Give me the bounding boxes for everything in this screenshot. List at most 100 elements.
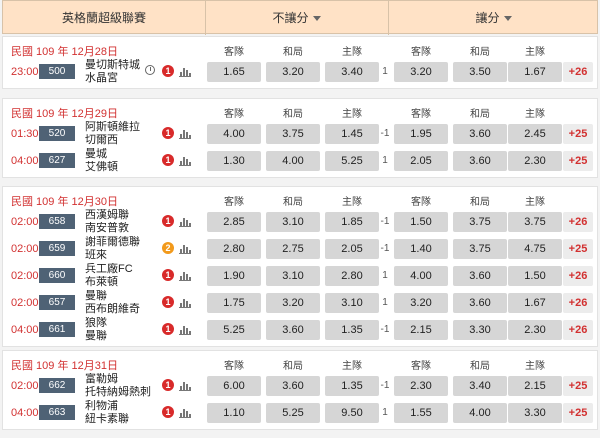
odds-button[interactable]: 3.60 <box>266 320 320 340</box>
odds-button[interactable]: 1.10 <box>207 403 261 423</box>
match-teams[interactable]: 富勒姆 托特納姆熱刺 <box>85 373 155 399</box>
stats-chart-icon[interactable] <box>179 242 191 254</box>
odds-button[interactable]: 2.85 <box>207 212 261 232</box>
info-badge[interactable]: 1 <box>162 296 174 308</box>
away-team[interactable]: 謝菲爾德聯 <box>85 236 155 249</box>
odds-button[interactable]: 3.30 <box>508 403 562 423</box>
odds-button[interactable]: 3.40 <box>325 62 379 82</box>
match-code[interactable]: 520 <box>39 126 75 141</box>
away-team[interactable]: 利物浦 <box>85 400 155 413</box>
odds-button[interactable]: 3.60 <box>453 266 507 286</box>
odds-button[interactable]: 3.20 <box>394 62 448 82</box>
odds-button[interactable]: 3.20 <box>394 293 448 313</box>
stats-chart-icon[interactable] <box>179 296 191 308</box>
more-markets-button[interactable]: +25 <box>563 124 593 144</box>
more-markets-button[interactable]: +25 <box>563 239 593 259</box>
odds-button[interactable]: 1.35 <box>325 376 379 396</box>
info-badge[interactable]: 2 <box>162 242 174 254</box>
odds-button[interactable]: 1.40 <box>394 239 448 259</box>
match-teams[interactable]: 曼聯 西布朗維奇 <box>85 290 155 316</box>
home-team[interactable]: 紐卡素聯 <box>85 413 155 426</box>
caret-down-icon[interactable] <box>312 16 321 22</box>
odds-button[interactable]: 3.30 <box>453 320 507 340</box>
odds-button[interactable]: 3.10 <box>266 212 320 232</box>
home-team[interactable]: 水晶宮 <box>85 72 155 85</box>
info-badge[interactable]: 1 <box>162 406 174 418</box>
odds-button[interactable]: 4.00 <box>394 266 448 286</box>
odds-button[interactable]: 3.60 <box>453 151 507 171</box>
away-team[interactable]: 富勒姆 <box>85 373 155 386</box>
info-badge[interactable]: 1 <box>162 269 174 281</box>
info-badge[interactable]: 1 <box>162 215 174 227</box>
non-handicap-header[interactable]: 不讓分 <box>205 1 389 35</box>
match-teams[interactable]: 西漢姆聯 南安普敦 <box>85 209 155 235</box>
match-teams[interactable]: 阿斯頓維拉 切爾西 <box>85 121 155 147</box>
stats-chart-icon[interactable] <box>179 379 191 391</box>
odds-button[interactable]: 3.40 <box>453 376 507 396</box>
match-code[interactable]: 660 <box>39 268 75 283</box>
more-markets-button[interactable]: +25 <box>563 151 593 171</box>
away-team[interactable]: 曼聯 <box>85 290 155 303</box>
match-code[interactable]: 658 <box>39 214 75 229</box>
info-badge[interactable]: 1 <box>162 154 174 166</box>
stats-chart-icon[interactable] <box>179 215 191 227</box>
stats-chart-icon[interactable] <box>179 269 191 281</box>
odds-button[interactable]: 3.10 <box>325 293 379 313</box>
info-badge[interactable]: 1 <box>162 379 174 391</box>
odds-button[interactable]: 3.75 <box>266 124 320 144</box>
home-team[interactable]: 南安普敦 <box>85 222 155 235</box>
home-team[interactable]: 曼聯 <box>85 330 155 343</box>
match-teams[interactable]: 曼城 艾佛頓 <box>85 148 155 174</box>
odds-button[interactable]: 4.75 <box>508 239 562 259</box>
odds-button[interactable]: 2.80 <box>207 239 261 259</box>
away-team[interactable]: 阿斯頓維拉 <box>85 121 155 134</box>
match-code[interactable]: 663 <box>39 405 75 420</box>
stats-chart-icon[interactable] <box>179 406 191 418</box>
match-teams[interactable]: 利物浦 紐卡素聯 <box>85 400 155 426</box>
odds-button[interactable]: 3.75 <box>453 239 507 259</box>
match-code[interactable]: 661 <box>39 322 75 337</box>
info-badge[interactable]: 1 <box>162 127 174 139</box>
odds-button[interactable]: 3.75 <box>453 212 507 232</box>
odds-button[interactable]: 6.00 <box>207 376 261 396</box>
odds-button[interactable]: 1.90 <box>207 266 261 286</box>
match-teams[interactable]: 兵工廠FC 布萊頓 <box>85 263 155 289</box>
odds-button[interactable]: 1.30 <box>207 151 261 171</box>
match-code[interactable]: 659 <box>39 241 75 256</box>
odds-button[interactable]: 1.95 <box>394 124 448 144</box>
away-team[interactable]: 狼隊 <box>85 317 155 330</box>
odds-button[interactable]: 2.05 <box>394 151 448 171</box>
home-team[interactable]: 班來 <box>85 249 155 262</box>
odds-button[interactable]: 5.25 <box>325 151 379 171</box>
match-code[interactable]: 627 <box>39 153 75 168</box>
odds-button[interactable]: 3.60 <box>453 124 507 144</box>
more-markets-button[interactable]: +26 <box>563 62 593 82</box>
home-team[interactable]: 托特納姆熱刺 <box>85 386 155 399</box>
odds-button[interactable]: 3.75 <box>508 212 562 232</box>
match-code[interactable]: 662 <box>39 378 75 393</box>
odds-button[interactable]: 5.25 <box>266 403 320 423</box>
odds-button[interactable]: 1.35 <box>325 320 379 340</box>
home-team[interactable]: 西布朗維奇 <box>85 303 155 316</box>
stats-chart-icon[interactable] <box>179 154 191 166</box>
odds-button[interactable]: 1.67 <box>508 293 562 313</box>
odds-button[interactable]: 1.55 <box>394 403 448 423</box>
odds-button[interactable]: 3.50 <box>453 62 507 82</box>
odds-button[interactable]: 2.80 <box>325 266 379 286</box>
match-code[interactable]: 500 <box>39 64 75 79</box>
odds-button[interactable]: 2.15 <box>394 320 448 340</box>
more-markets-button[interactable]: +26 <box>563 320 593 340</box>
odds-button[interactable]: 2.15 <box>508 376 562 396</box>
odds-button[interactable]: 1.50 <box>394 212 448 232</box>
home-team[interactable]: 切爾西 <box>85 134 155 147</box>
home-team[interactable]: 布萊頓 <box>85 276 155 289</box>
more-markets-button[interactable]: +26 <box>563 266 593 286</box>
away-team[interactable]: 西漢姆聯 <box>85 209 155 222</box>
odds-button[interactable]: 3.10 <box>266 266 320 286</box>
odds-button[interactable]: 1.85 <box>325 212 379 232</box>
stats-chart-icon[interactable] <box>179 65 191 77</box>
stats-chart-icon[interactable] <box>179 323 191 335</box>
stats-chart-icon[interactable] <box>179 127 191 139</box>
more-markets-button[interactable]: +25 <box>563 403 593 423</box>
odds-button[interactable]: 2.30 <box>508 151 562 171</box>
